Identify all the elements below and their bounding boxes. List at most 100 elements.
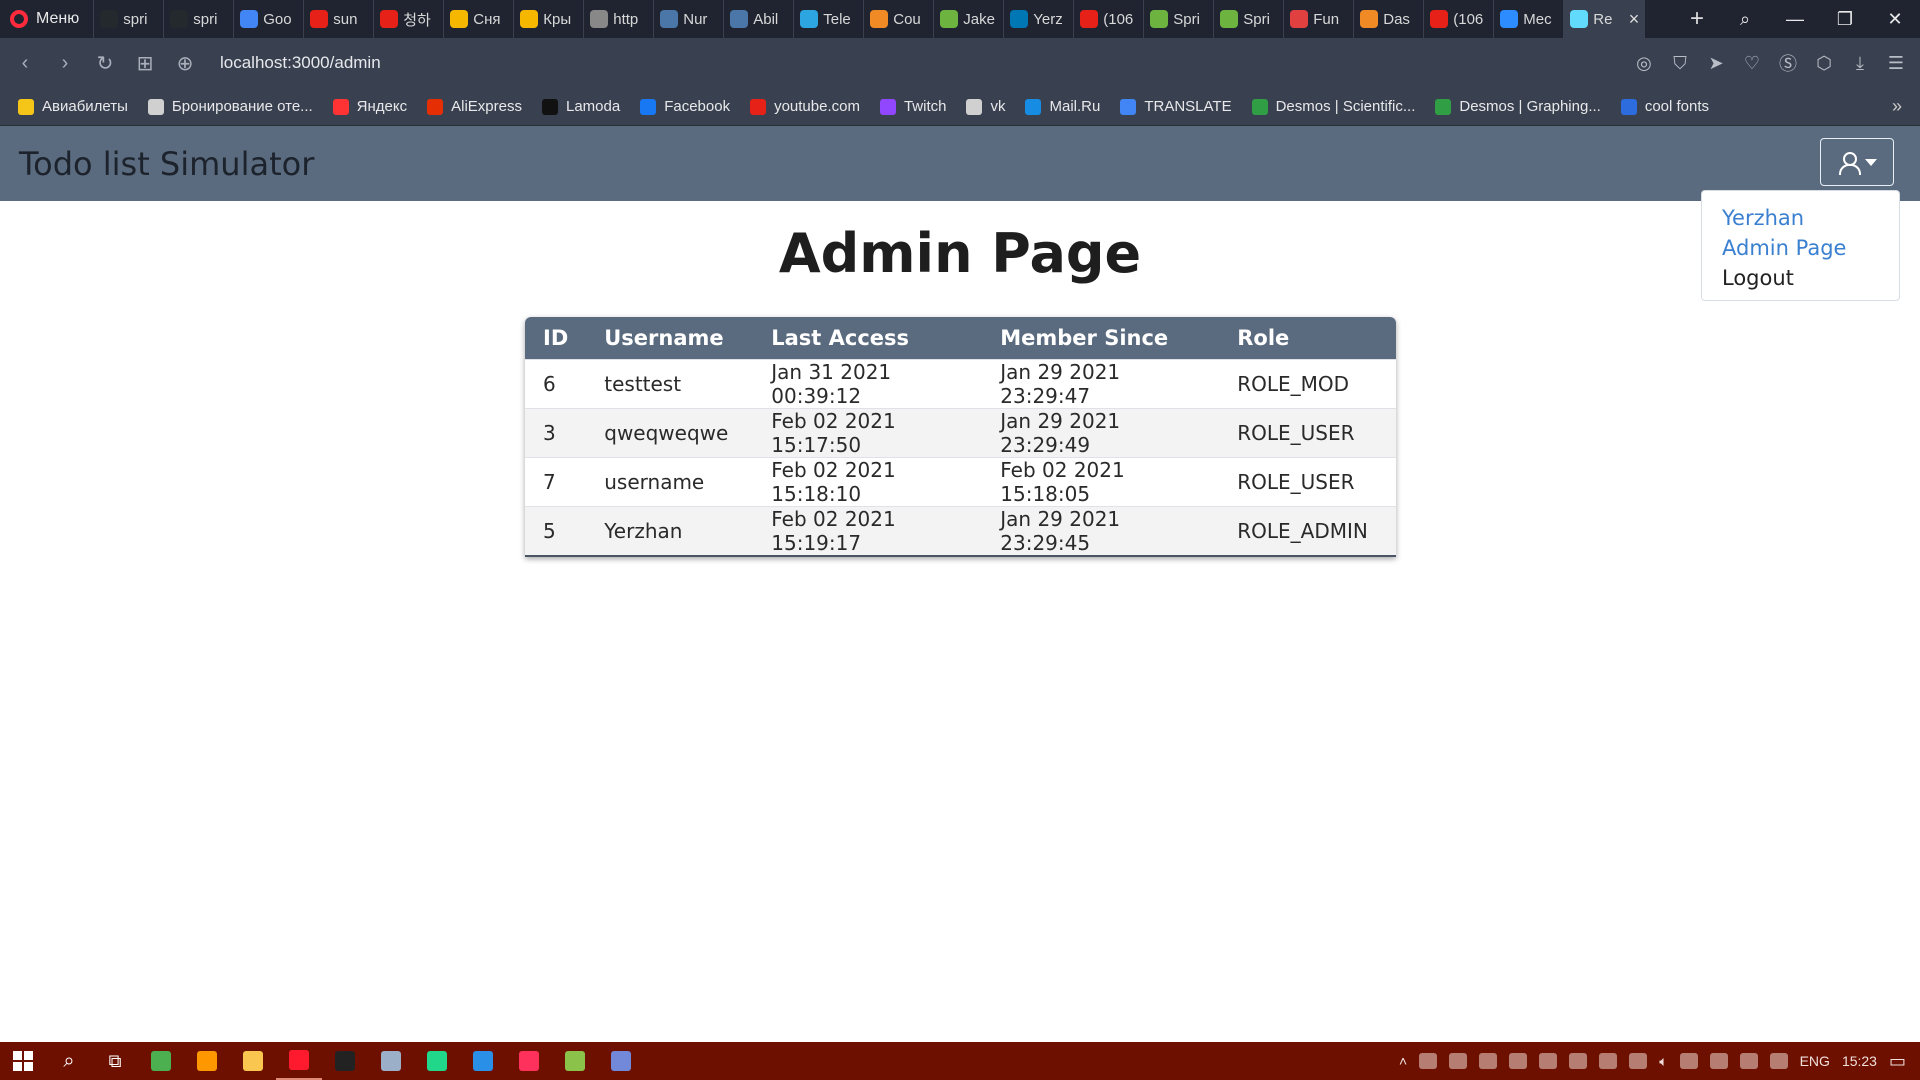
bookmark-item[interactable]: Facebook <box>640 98 730 115</box>
table-cell: Jan 29 2021 23:29:49 <box>982 407 1220 457</box>
tray-app-icon[interactable] <box>1479 1053 1498 1069</box>
browser-tab[interactable]: Cou <box>863 0 933 38</box>
download-icon[interactable]: ⤓ <box>1850 53 1870 74</box>
taskbar-app-button[interactable] <box>368 1042 414 1080</box>
browser-tab[interactable]: Spri <box>1213 0 1283 38</box>
bookmark-item[interactable]: Desmos | Graphing... <box>1435 98 1601 115</box>
browser-tab[interactable]: (106 <box>1423 0 1493 38</box>
notifications-icon[interactable]: ▭ <box>1889 1051 1906 1072</box>
restore-icon[interactable]: ❐ <box>1820 9 1870 30</box>
taskbar-app-button[interactable] <box>322 1042 368 1080</box>
browser-tab[interactable]: Кры <box>513 0 583 38</box>
browser-tab[interactable]: Tele <box>793 0 863 38</box>
bookmark-item[interactable]: Яндекс <box>332 98 407 115</box>
cube-icon[interactable]: ⬡ <box>1814 53 1834 74</box>
user-menu-button[interactable] <box>1820 138 1894 186</box>
taskbar-app-button[interactable] <box>184 1042 230 1080</box>
volume-icon[interactable]: 🔈︎ <box>1659 1053 1667 1070</box>
tray-app-icon[interactable] <box>1419 1053 1438 1069</box>
microphone-icon[interactable] <box>1539 1053 1558 1069</box>
td-icon[interactable] <box>1599 1053 1618 1069</box>
browser-tab[interactable]: Yerz <box>1003 0 1073 38</box>
bookmark-item[interactable]: AliExpress <box>427 98 522 115</box>
close-tab-icon[interactable]: × <box>1629 9 1640 30</box>
task-view-button[interactable]: ⧉ <box>92 1042 138 1080</box>
browser-tab[interactable]: Nur <box>653 0 723 38</box>
column-header[interactable]: Role <box>1219 317 1396 359</box>
taskbar-app-button[interactable] <box>460 1042 506 1080</box>
taskbar-app-button[interactable] <box>276 1042 322 1080</box>
more-bookmarks-icon[interactable]: » <box>1892 96 1902 117</box>
tab-list: spri spri Goo sun 청하 Сня Кры http Nur Abil Tele Cou… <box>93 0 1674 38</box>
bookmark-item[interactable]: Desmos | Scientific... <box>1251 98 1415 115</box>
table-cell: ROLE_USER <box>1219 456 1396 506</box>
taskbar-app-button[interactable] <box>138 1042 184 1080</box>
browser-tab[interactable]: Spri <box>1143 0 1213 38</box>
pen-icon[interactable] <box>1769 1053 1788 1069</box>
battery-icon[interactable] <box>1739 1053 1758 1069</box>
bookmark-item[interactable]: Lamoda <box>541 98 620 115</box>
network-icon[interactable] <box>1679 1053 1698 1069</box>
tray-app-icon[interactable] <box>1449 1053 1468 1069</box>
easy-setup-icon[interactable]: ☰ <box>1886 53 1906 74</box>
app-brand[interactable]: Todo list Simulator <box>19 145 314 183</box>
browser-tab[interactable]: Abil <box>723 0 793 38</box>
language-indicator[interactable]: ENG <box>1800 1053 1830 1069</box>
tab-search-icon[interactable]: ⌕ <box>1720 9 1770 30</box>
bookmark-item[interactable]: Бронирование оте... <box>147 98 313 115</box>
column-header[interactable]: Member Since <box>982 317 1220 359</box>
heart-icon[interactable]: ♡ <box>1742 53 1762 74</box>
flow-send-icon[interactable]: ➤ <box>1706 53 1726 74</box>
browser-tab[interactable]: 청하 <box>373 0 443 38</box>
taskbar-app-button[interactable] <box>230 1042 276 1080</box>
vpn-shield-icon[interactable]: ⛉ <box>1670 53 1690 74</box>
forward-icon[interactable]: › <box>54 52 76 75</box>
taskbar-app-button[interactable] <box>414 1042 460 1080</box>
bookmark-item[interactable]: Mail.Ru <box>1025 98 1100 115</box>
reload-icon[interactable]: ↻ <box>94 51 116 76</box>
edge-icon[interactable] <box>1569 1053 1588 1069</box>
taskbar-app-button[interactable] <box>598 1042 644 1080</box>
browser-tab[interactable]: Fun <box>1283 0 1353 38</box>
taskbar-app-button[interactable] <box>506 1042 552 1080</box>
browser-tab[interactable]: Jake <box>933 0 1003 38</box>
bookmark-item[interactable]: TRANSLATE <box>1120 98 1232 115</box>
bookmark-item[interactable]: Twitch <box>879 98 946 115</box>
tray-app-icon[interactable] <box>1509 1053 1528 1069</box>
browser-tab[interactable]: sun <box>303 0 373 38</box>
speed-dial-icon[interactable]: ⊞ <box>134 51 156 76</box>
browser-tab[interactable]: Das <box>1353 0 1423 38</box>
browser-tab[interactable]: Goo <box>233 0 303 38</box>
bookmark-item[interactable]: youtube.com <box>750 98 860 115</box>
taskbar-app-button[interactable] <box>552 1042 598 1080</box>
bookmark-item[interactable]: vk <box>966 98 1005 115</box>
browser-tab[interactable]: spri <box>93 0 163 38</box>
close-window-icon[interactable]: ✕ <box>1870 9 1920 30</box>
browser-tab[interactable]: spri <box>163 0 233 38</box>
column-header[interactable]: ID <box>525 317 587 359</box>
security-icon[interactable] <box>1629 1053 1648 1069</box>
display-icon[interactable] <box>1709 1053 1728 1069</box>
start-button[interactable] <box>0 1042 46 1080</box>
snapshot-icon[interactable]: ◎ <box>1634 53 1654 74</box>
opera-menu-button[interactable]: Меню <box>0 0 93 38</box>
browser-tab[interactable]: Re × <box>1563 0 1646 38</box>
site-info-icon[interactable]: ⊕ <box>174 51 196 76</box>
minimize-icon[interactable]: — <box>1770 9 1820 30</box>
browser-tab[interactable]: Mec <box>1493 0 1563 38</box>
browser-tab[interactable]: (106 <box>1073 0 1143 38</box>
back-icon[interactable]: ‹ <box>14 52 36 75</box>
column-header[interactable]: Username <box>586 317 754 359</box>
bookmark-item[interactable]: Авиабилеты <box>18 98 128 115</box>
browser-tab[interactable]: Сня <box>443 0 513 38</box>
new-tab-button[interactable]: + <box>1674 5 1720 33</box>
extension-s-icon[interactable]: Ⓢ <box>1778 50 1798 76</box>
url-field[interactable]: localhost:3000/admin <box>220 53 381 73</box>
show-hidden-icons-icon[interactable]: ˄ <box>1399 1053 1407 1069</box>
search-button[interactable]: ⌕ <box>46 1042 92 1080</box>
window-controls: ⌕ — ❐ ✕ <box>1720 0 1920 38</box>
bookmark-item[interactable]: cool fonts <box>1620 98 1709 115</box>
browser-tab[interactable]: http <box>583 0 653 38</box>
clock[interactable]: 15:23 <box>1842 1053 1877 1069</box>
column-header[interactable]: Last Access <box>753 317 983 359</box>
